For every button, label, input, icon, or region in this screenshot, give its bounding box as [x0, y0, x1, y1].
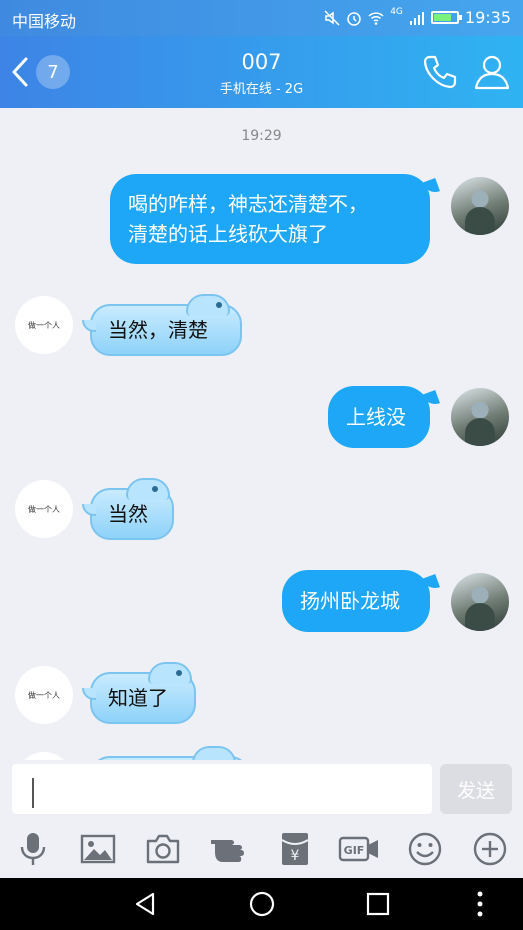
message-list[interactable]: 19:29 喝的咋样，神志还清楚不， 清楚的话上线砍大旗了 做一个人 当然，清楚…: [0, 108, 523, 760]
battery-icon: [430, 11, 462, 24]
square-recents-icon: [366, 892, 390, 916]
nav-menu-button[interactable]: [466, 890, 494, 918]
nav-back-button[interactable]: [131, 890, 159, 918]
message-text: 知道了: [108, 686, 168, 710]
wifi-icon: [368, 11, 384, 25]
nav-home-button[interactable]: [248, 890, 276, 918]
system-nav-bar: [0, 878, 523, 930]
message-bubble-outgoing[interactable]: 上线没: [328, 386, 430, 448]
message-bubble-outgoing[interactable]: 喝的咋样，神志还清楚不， 清楚的话上线砍大旗了: [110, 174, 430, 264]
contact-avatar[interactable]: 做一个人: [15, 480, 73, 538]
emoji-button[interactable]: [406, 830, 444, 868]
mute-icon: [324, 9, 340, 26]
input-toolbar: ¥ GIF: [0, 820, 523, 878]
avatar-text: 做一个人: [28, 690, 60, 700]
message-input[interactable]: [12, 764, 432, 814]
message-text: 清楚的话上线砍大旗了: [128, 222, 328, 246]
send-button[interactable]: 发送: [440, 764, 512, 814]
avatar-text: 做一个人: [28, 320, 60, 330]
plus-circle-icon: [473, 832, 507, 866]
message-bubble-incoming[interactable]: 当然: [82, 478, 174, 540]
gif-camera-icon: GIF: [338, 836, 378, 862]
avatar-text: 做一个人: [28, 504, 60, 514]
microphone-icon: [20, 833, 46, 865]
message-text: 上线没: [346, 405, 406, 429]
poke-button[interactable]: [209, 830, 251, 868]
gif-button[interactable]: GIF: [338, 830, 380, 868]
contact-avatar[interactable]: 做一个人: [15, 296, 73, 354]
red-packet-button[interactable]: ¥: [276, 830, 314, 868]
kebab-menu-icon: [477, 891, 483, 917]
nav-recents-button[interactable]: [364, 890, 392, 918]
person-icon: [474, 55, 510, 90]
call-button[interactable]: [420, 52, 460, 92]
contact-avatar[interactable]: [15, 752, 73, 760]
profile-button[interactable]: [472, 52, 512, 92]
triangle-back-icon: [135, 892, 155, 916]
status-icons: 4G 19:35: [324, 6, 511, 27]
message-text: 当然: [108, 502, 148, 526]
hand-point-icon: [211, 840, 244, 862]
camera-icon: [146, 834, 180, 864]
carrier-name: 中国移动: [12, 12, 77, 31]
my-avatar[interactable]: [451, 177, 509, 235]
contact-avatar[interactable]: 做一个人: [15, 666, 73, 724]
camera-button[interactable]: [144, 830, 182, 868]
circle-home-icon: [249, 891, 275, 917]
voice-button[interactable]: [14, 830, 52, 868]
more-button[interactable]: [471, 830, 509, 868]
message-bubble-outgoing[interactable]: 扬州卧龙城: [282, 570, 430, 632]
phone-icon: [423, 55, 457, 89]
signal-icon: [409, 11, 424, 25]
smiley-icon: [408, 832, 442, 866]
message-bubble-incoming[interactable]: 当然，清楚: [82, 294, 242, 356]
svg-text:GIF: GIF: [344, 844, 365, 857]
message-timestamp: 19:29: [241, 128, 282, 144]
photo-button[interactable]: [79, 830, 117, 868]
status-bar: 中国移动 4G 19:35: [0, 0, 523, 36]
message-text: 喝的咋样，神志还清楚不，: [128, 192, 368, 216]
message-bubble-incoming[interactable]: 知道了: [82, 662, 196, 724]
message-text: 扬州卧龙城: [300, 589, 400, 613]
red-packet-icon: ¥: [281, 833, 309, 865]
message-text: 当然，清楚: [108, 318, 208, 342]
network-type: 4G: [390, 6, 403, 17]
text-cursor: [32, 778, 34, 808]
chat-header: 7 007 手机在线 - 2G: [0, 36, 523, 108]
my-avatar[interactable]: [451, 573, 509, 631]
clock: 19:35: [464, 8, 511, 27]
alarm-icon: [347, 11, 361, 26]
svg-text:¥: ¥: [291, 848, 300, 864]
my-avatar[interactable]: [451, 388, 509, 446]
composer: 发送: [0, 760, 523, 820]
image-icon: [80, 834, 116, 864]
